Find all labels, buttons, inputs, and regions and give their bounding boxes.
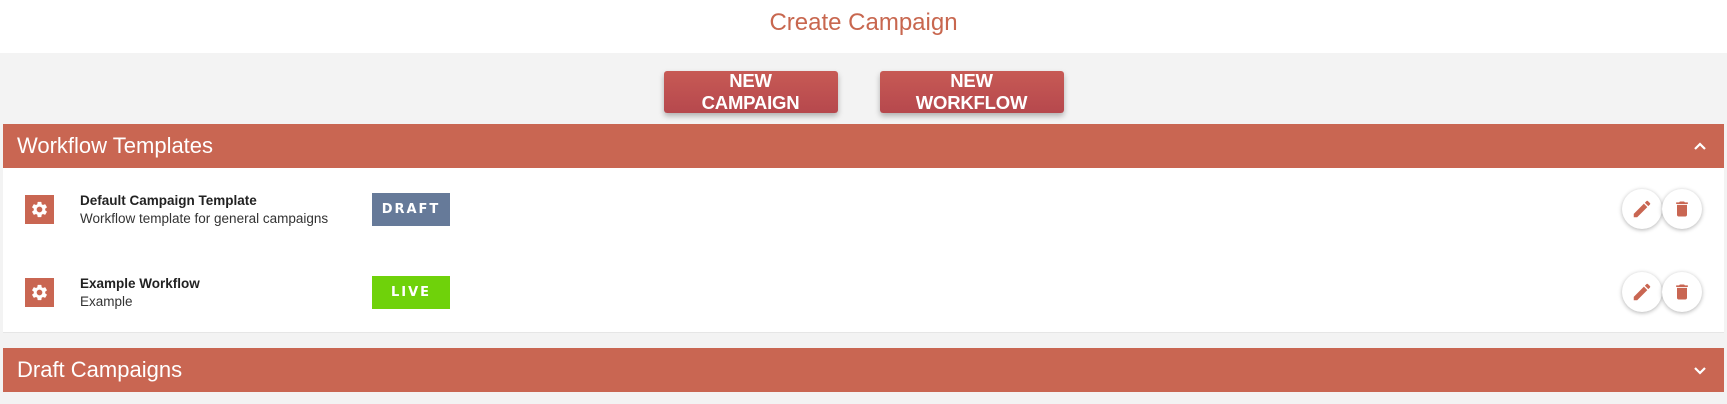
top-bar: Create Campaign: [0, 0, 1727, 53]
section-title: Workflow Templates: [17, 133, 214, 158]
item-description: Example: [80, 294, 133, 309]
item-name: Default Campaign Template: [80, 193, 257, 208]
edit-button[interactable]: [1622, 189, 1662, 229]
row-actions: [1622, 272, 1702, 312]
delete-button[interactable]: [1662, 189, 1702, 229]
pencil-icon: [1633, 283, 1651, 301]
item-text: Default Campaign Template Workflow templ…: [80, 193, 370, 226]
gear-icon: [25, 278, 54, 307]
list-item: Example Workflow Example LIVE: [3, 251, 1724, 334]
trash-icon: [1676, 284, 1688, 300]
section-title: Draft Campaigns: [17, 357, 183, 382]
edit-button[interactable]: [1622, 272, 1662, 312]
page-title: Create Campaign: [769, 8, 958, 36]
new-workflow-button[interactable]: NEW WORKFLOW: [879, 70, 1064, 113]
gear-icon: [25, 195, 54, 224]
workflow-templates-section: Workflow Templates Default Campaign Temp…: [3, 124, 1724, 333]
item-text: Example Workflow Example: [80, 276, 370, 309]
status-badge: DRAFT: [372, 193, 450, 226]
status-badge: LIVE: [372, 276, 450, 309]
chevron-up-icon[interactable]: [1693, 139, 1707, 153]
delete-button[interactable]: [1662, 272, 1702, 312]
item-name: Example Workflow: [80, 276, 200, 291]
draft-campaigns-header[interactable]: Draft Campaigns: [3, 348, 1724, 392]
pencil-icon: [1633, 200, 1651, 218]
trash-icon: [1676, 201, 1688, 217]
action-bar: NEW CAMPAIGN NEW WORKFLOW: [0, 53, 1727, 124]
new-campaign-button[interactable]: NEW CAMPAIGN: [663, 70, 838, 113]
workflow-templates-list: Default Campaign Template Workflow templ…: [3, 168, 1724, 333]
row-actions: [1622, 189, 1702, 229]
draft-campaigns-section: Draft Campaigns: [3, 348, 1724, 392]
workflow-templates-header[interactable]: Workflow Templates: [3, 124, 1724, 168]
item-description: Workflow template for general campaigns: [80, 211, 329, 226]
chevron-down-icon[interactable]: [1693, 363, 1707, 377]
list-item: Default Campaign Template Workflow templ…: [3, 168, 1724, 251]
